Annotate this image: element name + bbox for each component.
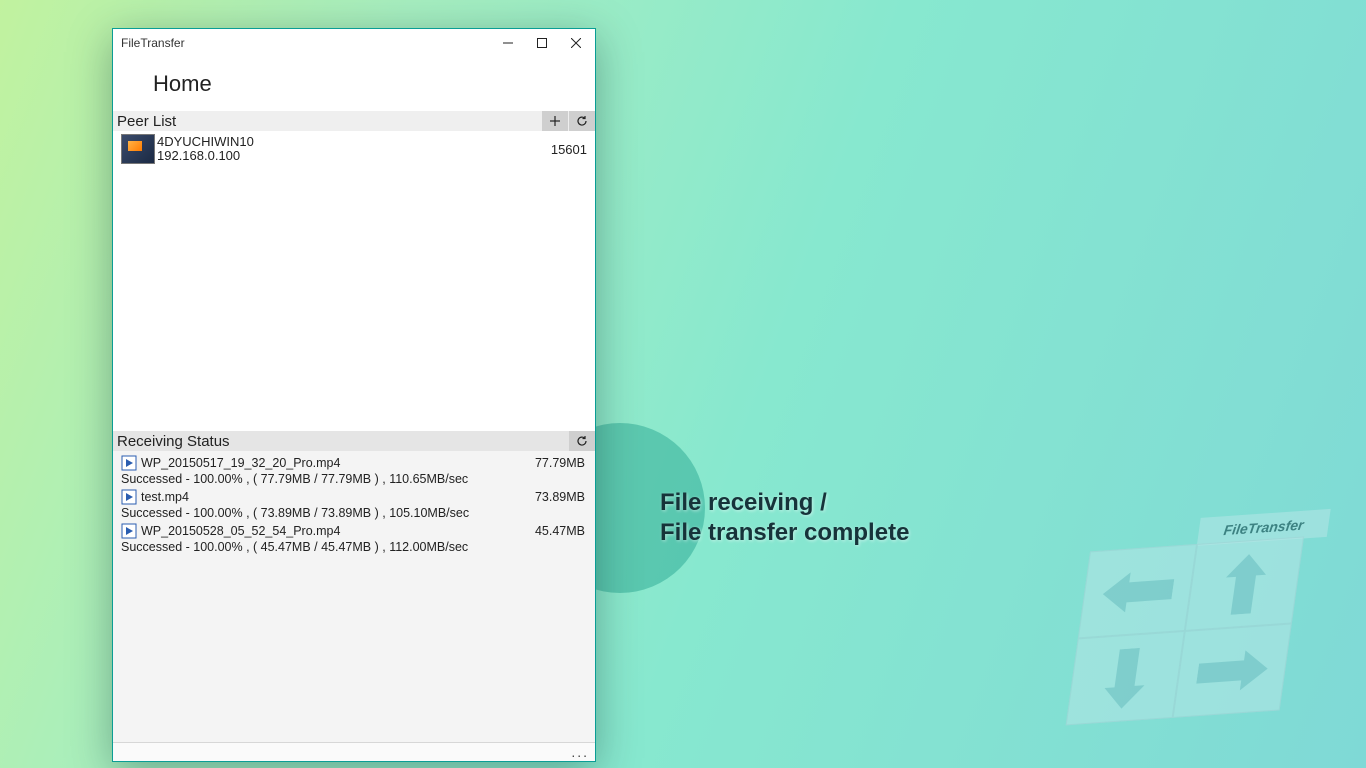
app-logo: FileTransfer — [1062, 535, 1330, 752]
file-size: 45.47MB — [525, 524, 587, 538]
file-row[interactable]: WP_20150517_19_32_20_Pro.mp477.79MBSucce… — [113, 453, 595, 487]
add-peer-button[interactable] — [542, 111, 568, 131]
peer-name: 4DYUCHIWIN10 — [157, 135, 551, 149]
logo-tile — [1173, 623, 1292, 717]
arrow-up-icon — [1220, 552, 1268, 615]
promo-line-2: File transfer complete — [660, 518, 909, 548]
file-size: 77.79MB — [525, 456, 587, 470]
file-status: Successed - 100.00% , ( 45.47MB / 45.47M… — [121, 539, 587, 554]
maximize-icon — [537, 38, 547, 48]
minimize-button[interactable] — [491, 29, 525, 57]
receiving-list[interactable]: WP_20150517_19_32_20_Pro.mp477.79MBSucce… — [113, 451, 595, 742]
promo-line-1: File receiving / — [660, 488, 909, 518]
file-row[interactable]: WP_20150528_05_52_54_Pro.mp445.47MBSucce… — [113, 521, 595, 555]
app-window: FileTransfer Home Peer List 4DYUCHIWIN10… — [112, 28, 596, 762]
plus-icon — [549, 115, 561, 127]
peer-ip: 192.168.0.100 — [157, 149, 551, 163]
refresh-icon — [576, 435, 588, 447]
file-name: WP_20150517_19_32_20_Pro.mp4 — [141, 456, 525, 470]
close-button[interactable] — [559, 29, 593, 57]
file-status: Successed - 100.00% , ( 73.89MB / 73.89M… — [121, 505, 587, 520]
peer-port: 15601 — [551, 142, 587, 157]
file-row[interactable]: test.mp473.89MBSuccessed - 100.00% , ( 7… — [113, 487, 595, 521]
titlebar[interactable]: FileTransfer — [113, 29, 595, 57]
peer-list-label: Peer List — [117, 113, 541, 130]
file-name: WP_20150528_05_52_54_Pro.mp4 — [141, 524, 525, 538]
peer-list[interactable]: 4DYUCHIWIN10 192.168.0.100 15601 — [113, 131, 595, 431]
minimize-icon — [503, 38, 513, 48]
receiving-status-label: Receiving Status — [117, 433, 568, 450]
logo-tile — [1078, 544, 1197, 638]
refresh-status-button[interactable] — [569, 431, 595, 451]
logo-tile — [1066, 631, 1185, 725]
refresh-icon — [576, 115, 588, 127]
statusbar: ... — [113, 742, 595, 761]
peer-info: 4DYUCHIWIN10 192.168.0.100 — [157, 135, 551, 164]
file-status: Successed - 100.00% , ( 77.79MB / 77.79M… — [121, 471, 587, 486]
arrow-left-icon — [1100, 569, 1176, 614]
arrow-down-icon — [1101, 647, 1149, 710]
video-file-icon — [121, 523, 137, 539]
close-icon — [571, 38, 581, 48]
peer-row[interactable]: 4DYUCHIWIN10 192.168.0.100 15601 — [113, 131, 595, 167]
peer-avatar-icon — [121, 134, 155, 164]
promo-caption: File receiving / File transfer complete — [660, 488, 909, 548]
video-file-icon — [121, 489, 137, 505]
page-title: Home — [113, 57, 595, 111]
peer-list-header: Peer List — [113, 111, 595, 131]
statusbar-menu-button[interactable]: ... — [571, 744, 589, 760]
maximize-button[interactable] — [525, 29, 559, 57]
video-file-icon — [121, 455, 137, 471]
arrow-right-icon — [1194, 648, 1270, 693]
file-size: 73.89MB — [525, 490, 587, 504]
file-name: test.mp4 — [141, 490, 525, 504]
refresh-peers-button[interactable] — [569, 111, 595, 131]
logo-tile — [1185, 536, 1304, 630]
window-title: FileTransfer — [121, 36, 185, 50]
receiving-status-header: Receiving Status — [113, 431, 595, 451]
